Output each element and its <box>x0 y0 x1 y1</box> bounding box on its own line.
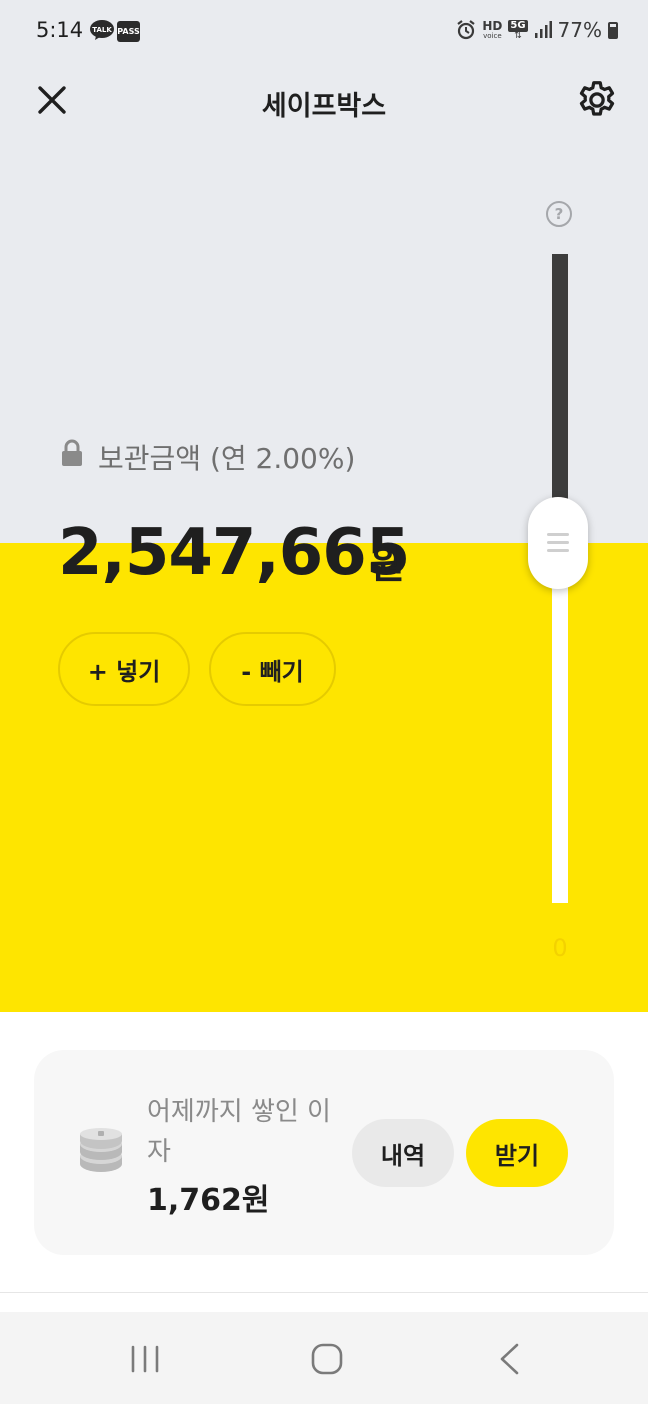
battery-icon <box>608 21 618 39</box>
recents-icon[interactable] <box>128 1345 162 1373</box>
home-icon[interactable] <box>311 1343 343 1375</box>
back-icon[interactable] <box>497 1342 521 1376</box>
grip-icon <box>547 533 569 553</box>
divider <box>0 1292 648 1293</box>
status-indicators: HD voice 5G ⇅ 77% <box>456 18 618 42</box>
balance-label: 보관금액 (연 2.00%) <box>98 442 356 475</box>
voice-label: voice <box>483 32 502 40</box>
network-5g-icon: 5G ⇅ <box>508 19 528 41</box>
receive-interest-button[interactable]: 받기 <box>466 1119 568 1187</box>
lock-icon <box>62 439 82 466</box>
coins-icon <box>80 1128 122 1172</box>
help-icon[interactable]: ? <box>546 201 572 227</box>
alarm-icon <box>457 20 476 40</box>
hd-label: HD <box>482 19 503 33</box>
page-title: 세이프박스 <box>261 91 387 122</box>
talk-badge-text: TALK <box>92 26 112 34</box>
pass-notification-icon: PASS <box>117 21 140 42</box>
gear-icon[interactable] <box>574 78 620 124</box>
slider-handle[interactable] <box>528 497 588 589</box>
network-label: 5G <box>508 19 528 32</box>
interest-card: 어제까지 쌓인 이자 1,762원 내역 받기 <box>34 1050 614 1255</box>
withdraw-button[interactable]: - 빼기 <box>209 632 336 706</box>
hd-voice-icon: HD voice <box>482 20 502 40</box>
battery-percent: 77% <box>557 18 602 42</box>
interest-value: 1,762원 <box>147 1183 270 1218</box>
balance-unit: 원 <box>370 543 405 587</box>
deposit-button[interactable]: + 넣기 <box>58 632 190 706</box>
data-arrows-icon: ⇅ <box>514 30 522 41</box>
slider-min-label: 0 <box>552 934 568 962</box>
history-button[interactable]: 내역 <box>352 1119 454 1187</box>
slider-track-empty <box>552 543 568 903</box>
interest-label: 어제까지 쌓인 이자 <box>147 1097 331 1167</box>
signal-icon <box>534 21 552 38</box>
kakaotalk-notification-icon: TALK <box>90 20 114 40</box>
status-time: 5:14 <box>36 18 84 42</box>
balance-amount: 2,547,665 <box>58 516 410 590</box>
